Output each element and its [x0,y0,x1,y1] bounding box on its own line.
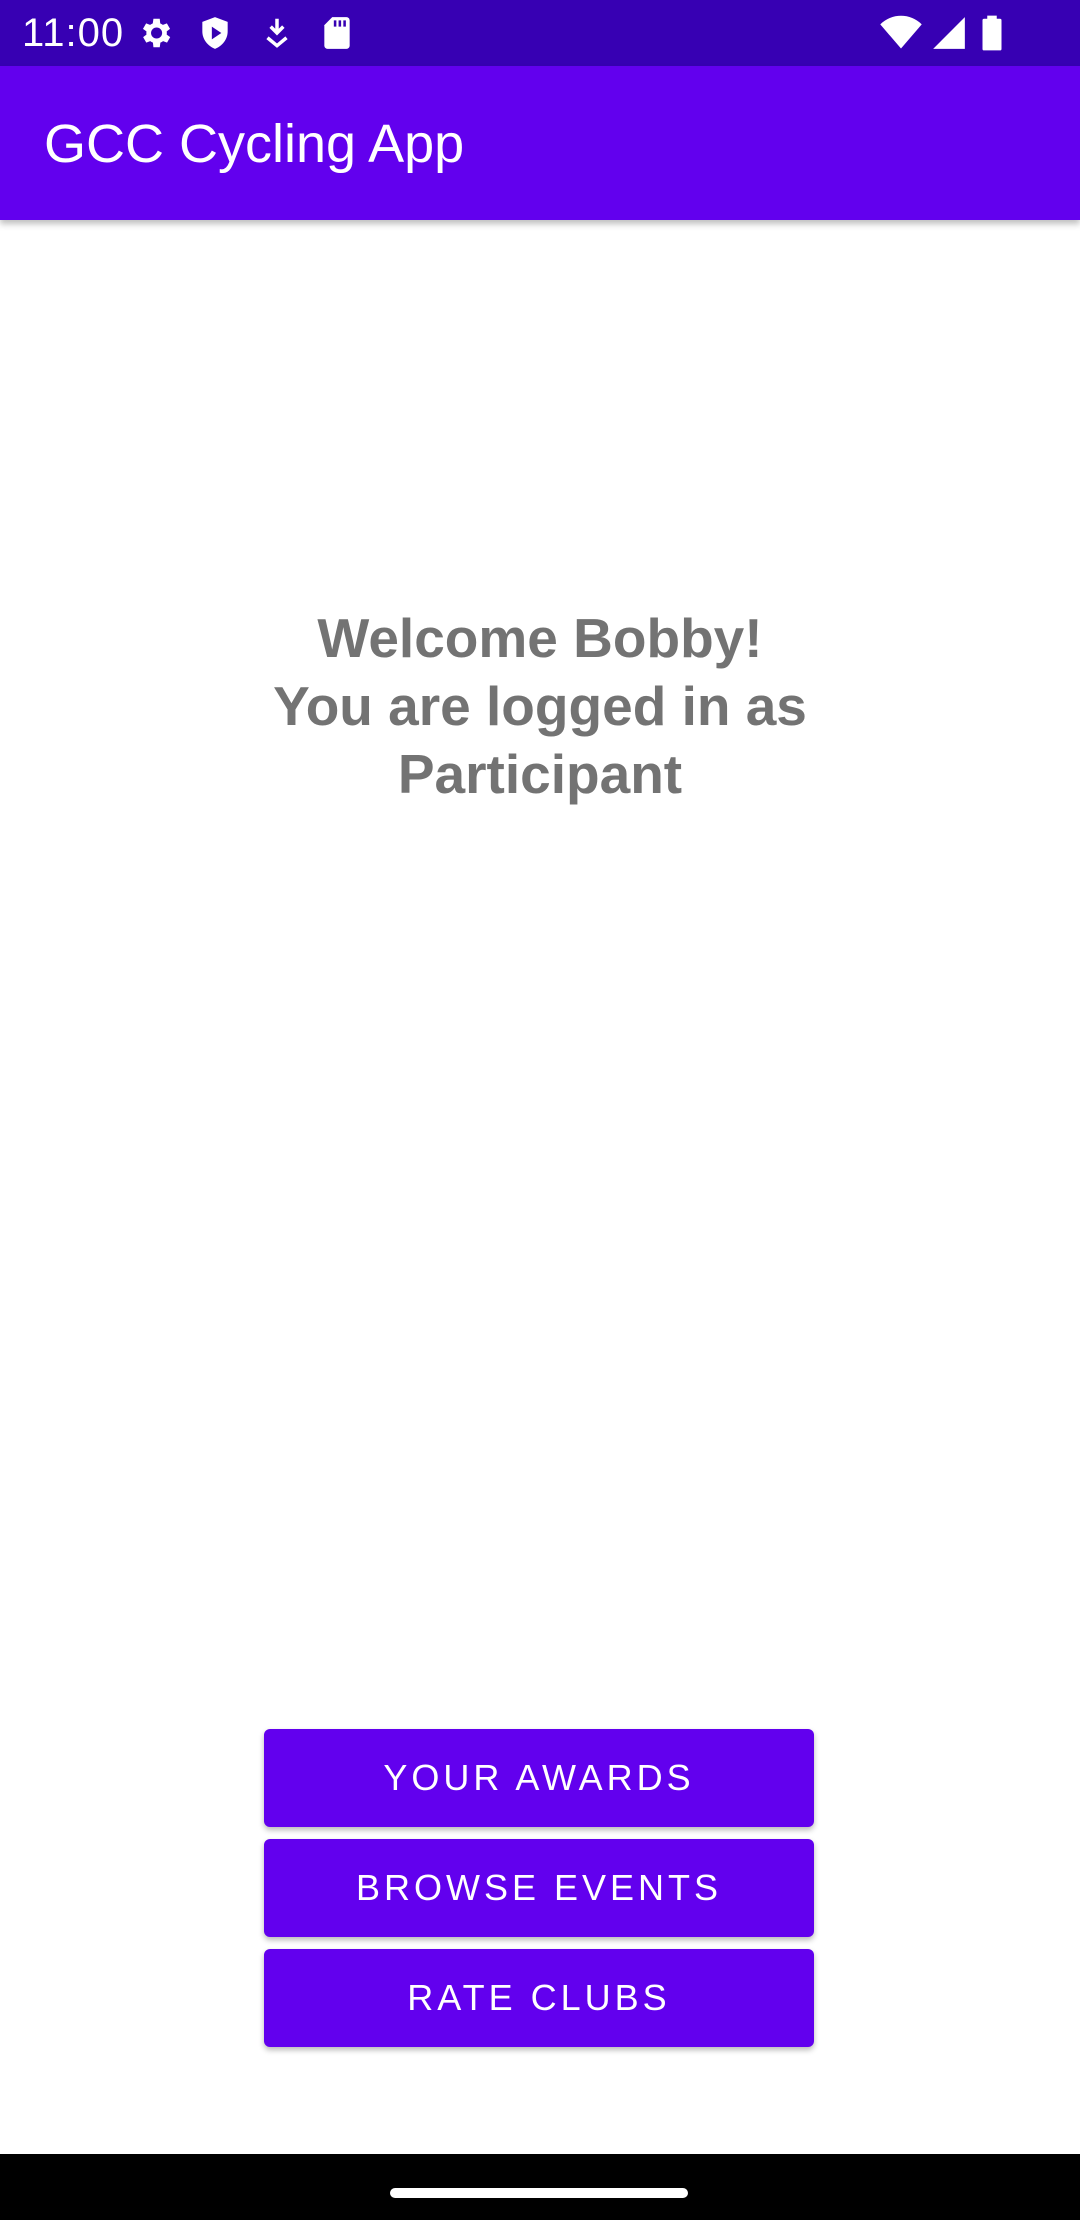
status-time: 11:00 [22,11,125,55]
home-gesture-handle[interactable] [390,2188,688,2198]
welcome-greeting: Welcome Bobby! [317,607,763,669]
shield-play-icon [196,14,234,52]
battery-icon [978,14,1006,52]
status-bar: 11:00 [0,0,1080,66]
welcome-message: Welcome Bobby! You are logged in as Part… [140,604,940,808]
navigation-bar [0,2154,1080,2220]
your-awards-button[interactable]: YOUR AWARDS [264,1729,814,1827]
rate-clubs-button[interactable]: RATE CLUBS [264,1949,814,2047]
wifi-icon [880,14,922,52]
browse-events-button[interactable]: BROWSE EVENTS [264,1839,814,1937]
download-icon [258,14,296,52]
signal-icon [930,14,968,52]
welcome-login-text: You are logged in as [273,675,807,737]
welcome-role: Participant [397,743,683,805]
gear-icon [136,14,174,52]
app-bar: GCC Cycling App [0,66,1080,220]
sd-card-icon [318,14,356,52]
app-title: GCC Cycling App [44,114,465,174]
